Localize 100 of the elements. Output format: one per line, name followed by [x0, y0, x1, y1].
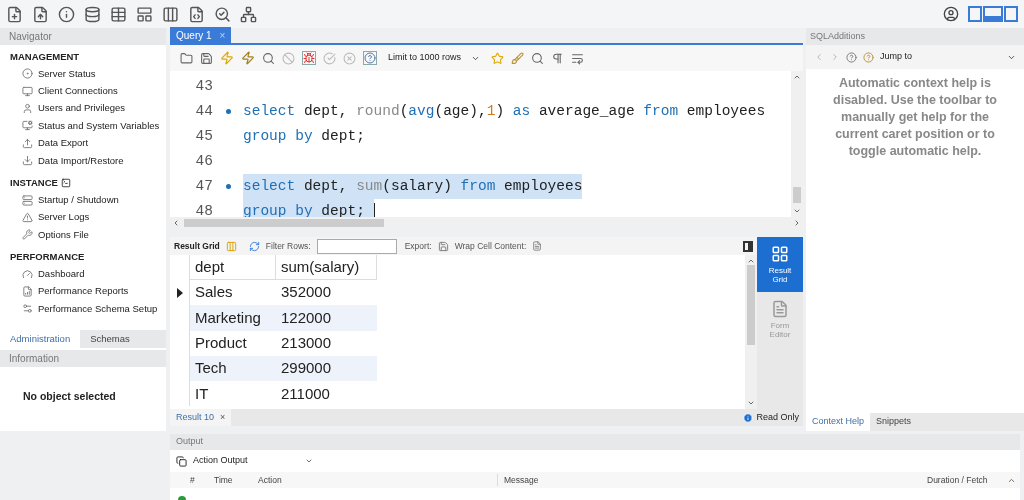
column-header[interactable]: sum(salary)	[276, 255, 377, 280]
scroll-left-icon[interactable]	[172, 219, 180, 227]
navigator-item[interactable]: Performance Schema Setup	[0, 300, 166, 318]
scroll-up-icon[interactable]	[793, 73, 801, 81]
report-icon	[22, 286, 33, 298]
table-cell-text: IT	[194, 383, 210, 404]
table-cell-text: Sales	[194, 282, 234, 303]
refresh-icon[interactable]	[248, 240, 260, 252]
column-header[interactable]: Time	[194, 473, 250, 487]
result-tab[interactable]: Result 10 ×	[170, 409, 232, 426]
limit-dropdown[interactable]: Limit to 1000 rows	[384, 51, 484, 65]
monitor-icon	[22, 85, 33, 97]
lightning-icon[interactable]	[241, 51, 255, 65]
line-number: 45	[194, 126, 213, 146]
gauge-icon	[22, 268, 33, 280]
column-header[interactable]: dept	[190, 255, 276, 280]
help-text: Automatic context help is disabled. Use the toolbar to manually get help for the current caret position or to toggle automatic help.	[832, 75, 998, 160]
navigator-item[interactable]: Options File	[0, 226, 166, 244]
navigator-item[interactable]: Client Connections	[0, 82, 166, 100]
column-header[interactable]: Action	[250, 473, 497, 487]
column-header[interactable]: Message	[497, 473, 927, 487]
wrap-icon[interactable]	[571, 51, 584, 65]
pilcrow-icon[interactable]	[551, 51, 564, 65]
navigator-tab[interactable]: Administration	[0, 329, 81, 348]
filter-field[interactable]	[316, 238, 397, 254]
column-header[interactable]: #	[170, 473, 194, 487]
table-cell: Marketing	[190, 305, 276, 331]
output-mode-dropdown[interactable]: Action Output	[193, 454, 313, 468]
warning-icon	[22, 211, 33, 223]
navigator-item[interactable]: Data Export	[0, 134, 166, 152]
columns-icon[interactable]	[162, 5, 179, 23]
search-icon[interactable]	[214, 5, 231, 23]
brush-icon[interactable]	[511, 51, 524, 65]
panel-icon[interactable]	[136, 5, 153, 23]
folder-icon[interactable]	[180, 51, 193, 65]
line-number: 48	[194, 201, 213, 221]
read-only-label: Read Only	[756, 410, 799, 424]
code-line: select dept, round(avg(age),1) as average_age from employees	[243, 101, 766, 121]
table-cell: 122000	[276, 305, 377, 331]
network-icon[interactable]	[240, 5, 257, 23]
section-title: PERFORMANCE	[10, 250, 85, 265]
table-cell-text: 352000	[280, 282, 333, 303]
scrollbar-thumb[interactable]	[747, 265, 755, 345]
help-icon[interactable]	[363, 51, 377, 65]
scroll-up-icon[interactable]	[747, 257, 755, 265]
navigator-item[interactable]: Data Import/Restore	[0, 151, 166, 170]
form-icon	[771, 300, 789, 318]
navigator-item[interactable]: Server Logs	[0, 208, 166, 227]
table-cell-text: 213000	[280, 333, 333, 353]
save-icon[interactable]	[200, 51, 213, 65]
layout-icon[interactable]	[968, 6, 1018, 22]
file-plus-icon[interactable]	[6, 5, 23, 23]
navigator-item[interactable]: Server Status	[0, 65, 166, 83]
panel-header: Output	[170, 434, 1020, 450]
table-cell-text: 211000	[280, 383, 331, 404]
help-icon[interactable]	[846, 51, 857, 63]
terminal-icon	[60, 178, 71, 189]
filter-label: Filter Rows:	[265, 239, 311, 253]
help-tab[interactable]: Snippets	[870, 413, 918, 431]
scroll-down-icon[interactable]	[793, 207, 801, 215]
line-number: 47	[194, 176, 213, 196]
info-icon[interactable]	[58, 5, 75, 23]
check-icon[interactable]	[323, 51, 336, 65]
table-cell: 299000	[276, 355, 377, 382]
table-icon[interactable]	[110, 5, 127, 23]
table-cell-text: Product	[194, 333, 248, 353]
bug-icon[interactable]	[302, 51, 316, 65]
code-line: group by dept;	[243, 126, 365, 146]
line-number: 46	[194, 151, 213, 171]
result-view-tab[interactable]: Result Grid	[757, 237, 803, 292]
help-tab[interactable]: Context Help	[806, 413, 871, 431]
save-icon[interactable]	[437, 240, 449, 252]
caret-icon	[305, 457, 313, 465]
database-icon[interactable]	[84, 5, 101, 23]
user-icon[interactable]	[943, 6, 959, 22]
column-header[interactable]: Duration / Fetch	[927, 473, 1007, 487]
navigator-item[interactable]: Performance Reports	[0, 282, 166, 301]
star-icon[interactable]	[491, 51, 504, 65]
navigator-item[interactable]: Users and Privileges	[0, 99, 166, 118]
close-button[interactable]: ×	[220, 410, 226, 425]
file-code-icon[interactable]	[188, 5, 205, 23]
query-tab[interactable]: Query 1 ×	[170, 27, 232, 43]
scrollbar-thumb[interactable]	[793, 187, 801, 203]
statement-marker	[225, 109, 231, 114]
status-icon	[22, 68, 33, 80]
search-icon[interactable]	[262, 51, 275, 65]
scroll-down-icon[interactable]	[747, 399, 755, 407]
navigator-tab[interactable]: Schemas	[80, 329, 140, 348]
navigator-item[interactable]: Startup / Shutdown	[0, 191, 166, 209]
navigator-item[interactable]: Status and System Variables	[0, 117, 166, 135]
wrap-icon[interactable]	[532, 241, 543, 251]
scroll-right-icon[interactable]	[793, 219, 801, 227]
search-icon[interactable]	[531, 51, 544, 65]
scrollbar-thumb[interactable]	[184, 219, 384, 227]
file-upload-icon[interactable]	[32, 5, 49, 23]
download-icon	[22, 155, 33, 167]
navigator-item[interactable]: Dashboard	[0, 265, 166, 283]
upload-icon	[22, 137, 33, 149]
panel-header: SQLAdditions	[806, 28, 1024, 45]
copy-icon[interactable]	[176, 455, 187, 467]
